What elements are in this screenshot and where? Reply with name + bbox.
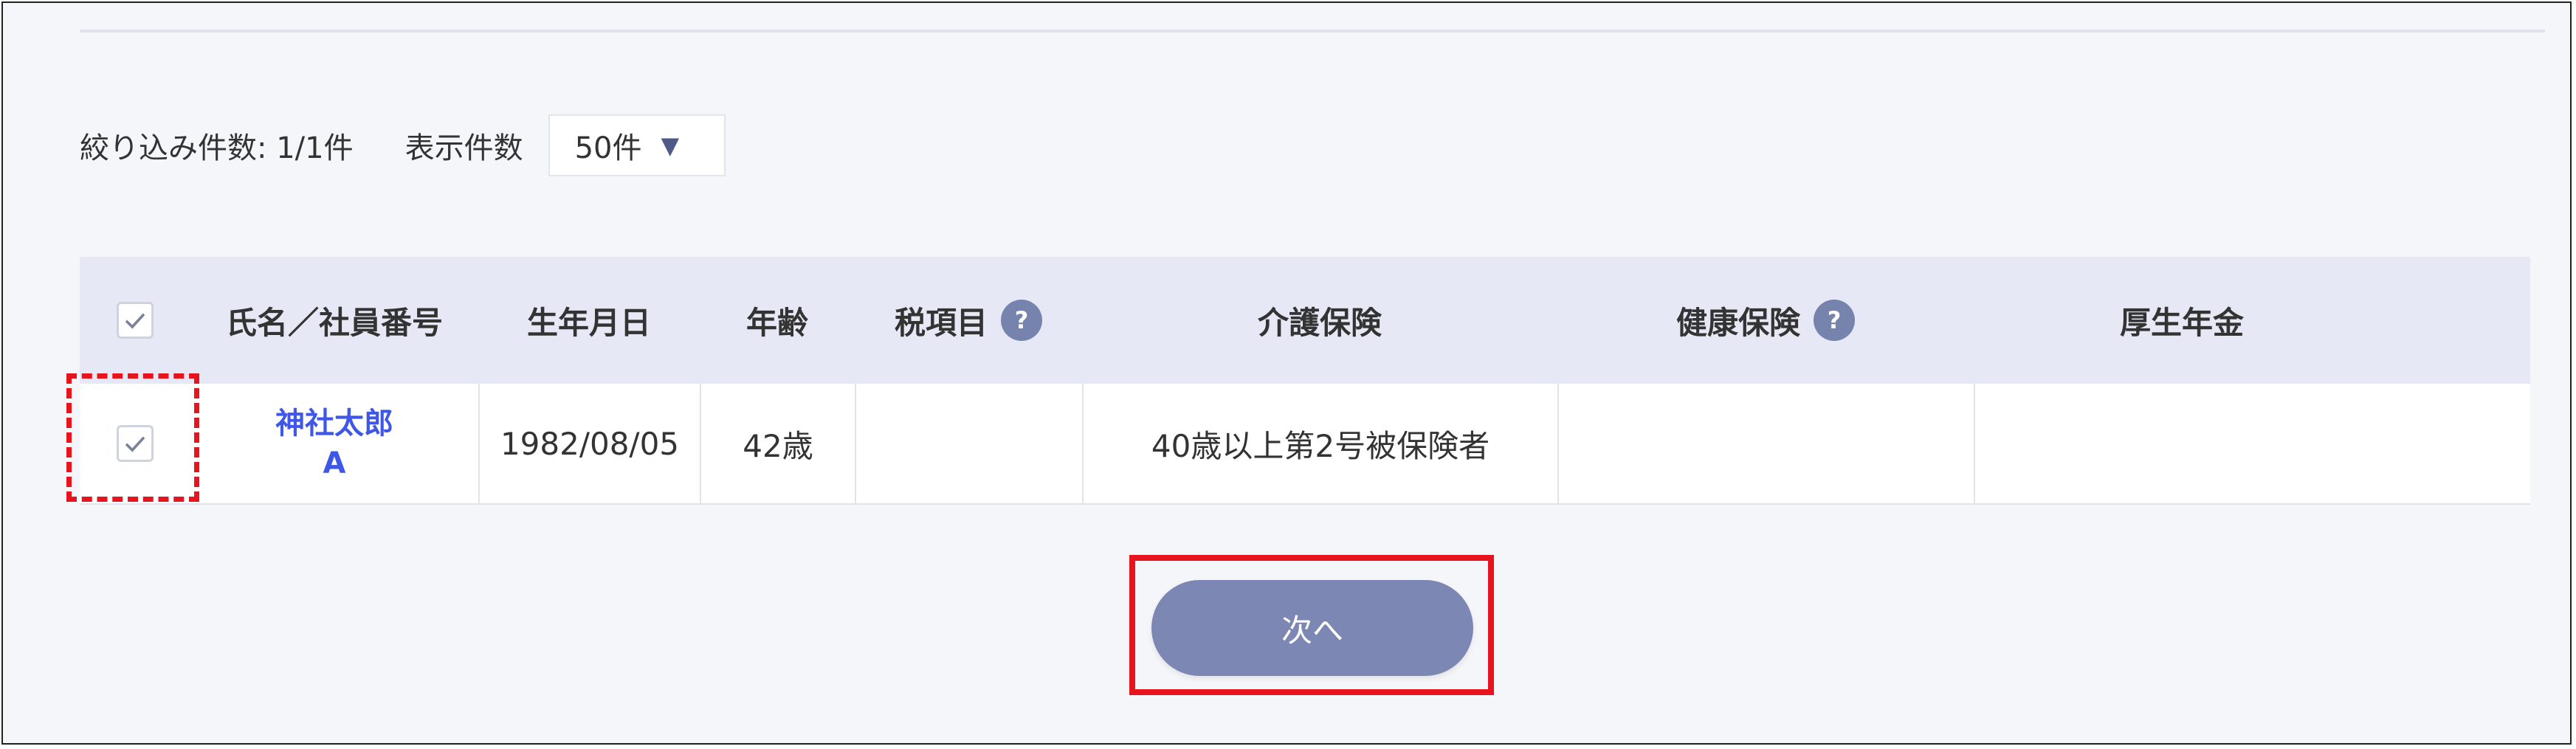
filter-count-label: 絞り込み件数: 1/1件 [80, 131, 354, 165]
employee-number: A [323, 446, 346, 480]
row-health-insurance [1557, 384, 1974, 503]
select-all-checkbox[interactable] [117, 302, 154, 339]
table-row: 神社太郎 A 1982/08/05 42歳 40歳以上第2号被保険者 [80, 384, 2530, 505]
header-birthday[interactable]: 生年月日 [478, 257, 700, 384]
table-header-row: 氏名／社員番号 生年月日 年齢 税項目 ? 介護保険 健康保険 ? 厚生年金 [80, 257, 2530, 384]
row-age: 42歳 [700, 384, 855, 503]
header-tax-label: 税項目 [894, 304, 988, 341]
header-pension: 厚生年金 [2119, 304, 2244, 341]
top-divider [80, 30, 2545, 32]
row-birthday: 1982/08/05 [478, 384, 700, 503]
next-button-highlight-box [1129, 555, 1494, 695]
employee-table: 氏名／社員番号 生年月日 年齢 税項目 ? 介護保険 健康保険 ? 厚生年金 神… [80, 257, 2530, 505]
row-tax [855, 384, 1082, 503]
header-checkbox-cell [80, 257, 190, 384]
page-frame: 絞り込み件数: 1/1件 表示件数 50件 ▼ 氏名／社員番号 生年月日 年齢 … [1, 1, 2572, 745]
help-icon[interactable]: ? [1814, 300, 1855, 341]
header-name[interactable]: 氏名／社員番号 [190, 257, 478, 384]
header-health-insurance: 健康保険 ? [1557, 257, 1974, 384]
filter-bar: 絞り込み件数: 1/1件 表示件数 50件 ▼ [80, 114, 726, 177]
help-icon[interactable]: ? [1001, 300, 1042, 341]
row-name-cell: 神社太郎 A [190, 384, 478, 503]
employee-name-link[interactable]: 神社太郎 A [275, 404, 393, 483]
check-icon [125, 313, 145, 329]
header-tax: 税項目 ? [855, 257, 1082, 384]
row-pension [1974, 384, 2390, 503]
chevron-down-icon: ▼ [661, 131, 680, 159]
header-health-label: 健康保険 [1676, 304, 1800, 341]
per-page-select[interactable]: 50件 ▼ [548, 114, 726, 176]
header-age[interactable]: 年齢 [700, 257, 855, 384]
row-care-insurance: 40歳以上第2号被保険者 [1082, 384, 1557, 503]
header-care-insurance: 介護保険 [1257, 304, 1382, 341]
checkbox-highlight-box [66, 373, 199, 502]
employee-name: 神社太郎 [275, 407, 393, 441]
per-page-value: 50件 [574, 131, 642, 165]
per-page-label: 表示件数 [404, 131, 523, 165]
